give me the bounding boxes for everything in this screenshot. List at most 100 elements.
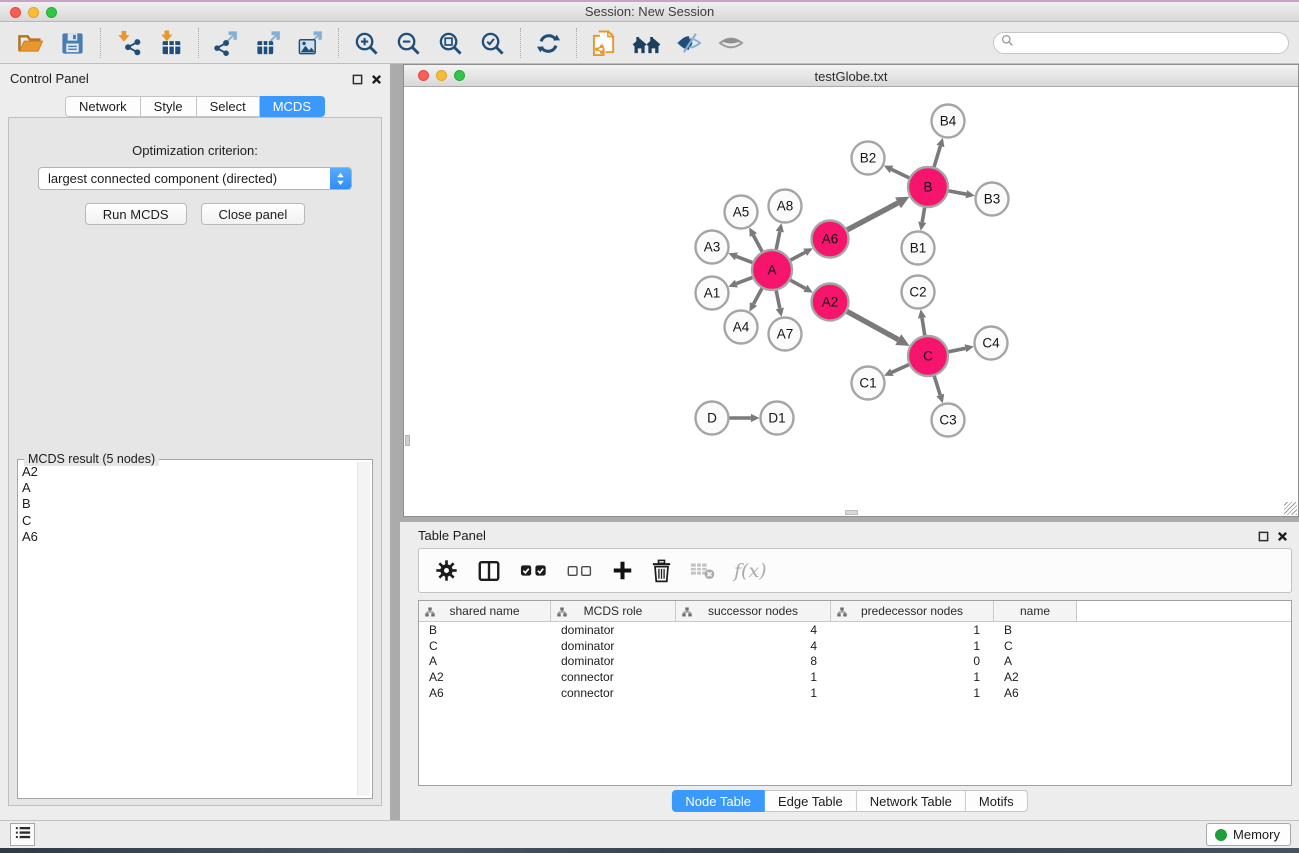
column-header-predecessor-nodes[interactable]: predecessor nodes [831,601,994,621]
table-row[interactable]: A6connector11A6 [419,685,1291,701]
memory-button[interactable]: Memory [1206,823,1291,846]
table-cell[interactable]: 4 [676,639,831,653]
toolbar-group [521,29,576,58]
table-row[interactable]: Bdominator41B [419,622,1291,638]
mcds-result-item[interactable]: C [22,513,356,529]
table-cell[interactable]: 1 [831,686,994,700]
tab-node-table[interactable]: Node Table [671,790,765,812]
network-window-titlebar[interactable]: testGlobe.txt [404,65,1298,87]
import-network-icon[interactable] [114,29,143,58]
zoom-out-icon[interactable] [394,29,423,58]
tab-motifs[interactable]: Motifs [966,790,1028,812]
table-cell[interactable]: A6 [419,686,551,700]
mcds-result-item[interactable]: A2 [22,464,356,480]
vertical-scroll-thumb[interactable] [405,435,410,446]
table-cell[interactable]: connector [551,670,676,684]
table-row[interactable]: Adominator80A [419,653,1291,669]
table-cell[interactable]: 4 [676,623,831,637]
result-list-scrollbar[interactable] [357,462,370,796]
mcds-result-item[interactable]: A6 [22,529,356,545]
column-header-successor-nodes[interactable]: successor nodes [676,601,831,621]
table-cell[interactable]: 1 [831,623,994,637]
table-cell[interactable]: dominator [551,623,676,637]
export-network-icon[interactable] [212,29,241,58]
show-graphics-details-icon[interactable] [716,29,745,58]
list-icon [15,825,31,845]
table-row[interactable]: A2connector11A2 [419,669,1291,685]
node-label-B1: B1 [910,241,927,256]
node-label-C: C [923,349,933,364]
window-resize-grip[interactable] [1284,502,1297,515]
optimization-criterion-select[interactable]: largest connected component (directed) [38,167,352,190]
table-cell[interactable]: 1 [676,670,831,684]
toolbar-group [339,29,520,58]
zoom-fit-icon[interactable] [436,29,465,58]
gear-icon[interactable] [435,559,458,582]
table-cell[interactable]: A6 [994,686,1077,700]
task-history-button[interactable] [10,823,35,846]
export-image-icon[interactable] [296,29,325,58]
table-cell[interactable]: dominator [551,654,676,668]
column-header-mcds-role[interactable]: MCDS role [551,601,676,621]
table-cell[interactable]: connector [551,686,676,700]
table-cell[interactable]: C [994,639,1077,653]
table-cell[interactable]: 0 [831,654,994,668]
table-cell[interactable]: A2 [419,670,551,684]
search-input[interactable] [1018,36,1281,50]
table-row[interactable]: Cdominator41C [419,638,1291,654]
add-icon[interactable] [612,560,633,581]
column-header-name[interactable]: name [994,601,1077,621]
select-all-icon[interactable] [520,563,548,578]
columns-icon[interactable] [477,559,501,583]
table-cell[interactable]: A [994,654,1077,668]
close-panel-icon[interactable] [1277,529,1288,547]
table-cell[interactable]: 1 [831,639,994,653]
table-cell[interactable]: B [419,623,551,637]
table-cell[interactable]: 1 [831,670,994,684]
zoom-selected-icon[interactable] [478,29,507,58]
table-cell[interactable]: B [994,623,1077,637]
tab-select[interactable]: Select [197,96,260,117]
close-panel-icon[interactable] [371,72,382,90]
mcds-result-item[interactable]: A [22,480,356,496]
column-header-shared-name[interactable]: shared name [419,601,551,621]
refresh-icon[interactable] [534,29,563,58]
first-neighbors-icon[interactable] [632,29,661,58]
application-window: Session: New Session Control Panel Netwo… [0,0,1299,853]
node-label-D1: D1 [768,411,785,426]
search-box[interactable] [993,32,1289,54]
tab-style[interactable]: Style [141,96,197,117]
save-icon[interactable] [58,29,87,58]
table-cell[interactable]: C [419,639,551,653]
tab-edge-table[interactable]: Edge Table [765,790,857,812]
tab-mcds[interactable]: MCDS [260,96,325,117]
hide-graphics-details-icon[interactable] [674,29,703,58]
mcds-result-item[interactable]: B [22,496,356,512]
table-header-row: shared nameMCDS rolesuccessor nodesprede… [419,601,1291,622]
float-panel-icon[interactable] [352,72,363,90]
status-bar: Memory [0,820,1299,848]
attribute-type-icon [557,606,567,620]
new-network-from-selection-icon[interactable] [590,29,619,58]
criterion-selected-value: largest connected component (directed) [39,171,330,186]
tab-network[interactable]: Network [65,96,141,117]
node-label-A6: A6 [822,232,839,247]
open-icon[interactable] [16,29,45,58]
network-canvas[interactable]: AA1A2A3A4A5A6A7A8BB1B2B3B4CC1C2C3C4DD1 [404,88,1298,516]
deselect-all-icon[interactable] [567,564,593,578]
close-panel-button[interactable]: Close panel [201,203,306,225]
table-cell[interactable]: 1 [676,686,831,700]
export-table-icon[interactable] [254,29,283,58]
import-table-icon[interactable] [156,29,185,58]
table-cell[interactable]: A2 [994,670,1077,684]
table-cell[interactable]: A [419,654,551,668]
tab-network-table[interactable]: Network Table [857,790,966,812]
horizontal-scroll-thumb[interactable] [845,510,858,515]
zoom-in-icon[interactable] [352,29,381,58]
run-mcds-button[interactable]: Run MCDS [85,203,187,225]
table-cell[interactable]: 8 [676,654,831,668]
table-panel-title: Table Panel [418,528,486,543]
table-cell[interactable]: dominator [551,639,676,653]
trash-icon[interactable] [652,559,671,583]
float-panel-icon[interactable] [1258,529,1269,547]
